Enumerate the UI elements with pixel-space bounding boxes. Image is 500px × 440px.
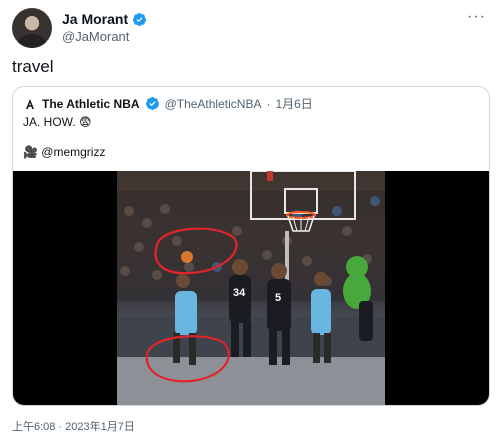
tweet-header: Ja Morant @JaMorant ··· [12,8,488,48]
tweet-text: travel [12,57,54,76]
author-handle[interactable]: @JaMorant [62,29,129,44]
quoted-date[interactable]: 1月6日 [275,95,312,112]
quoted-handle[interactable]: @TheAthleticNBA [165,97,262,111]
jersey-number-5: 5 [275,292,281,304]
the-athletic-logo-icon[interactable] [23,96,37,111]
more-horizontal-icon[interactable]: ··· [467,9,486,25]
author-display-name[interactable]: Ja Morant [62,11,128,27]
author-name-row: Ja Morant [62,11,147,27]
verified-badge-icon [133,12,147,26]
jersey-number-34: 34 [233,287,246,299]
quoted-display-name[interactable]: The Athletic NBA [42,97,140,111]
quoted-tweet-card[interactable]: The Athletic NBA @TheAthleticNBA · 1月6日 … [12,86,490,406]
quoted-verified-badge-icon [145,96,159,111]
quoted-video-credit: 🎥 @memgrizz [23,145,106,159]
video-frame: 34 5 [117,171,385,405]
tweet-timestamp[interactable]: 上午6:08 · 2023年1月7日 [12,418,135,434]
quoted-tweet-header: The Athletic NBA @TheAthleticNBA · 1月6日 [23,95,313,112]
video-scene: 34 5 [117,171,385,405]
video-player[interactable]: 34 5 [13,171,489,405]
quoted-separator: · [266,96,271,111]
quoted-tweet-text: JA. HOW. 😨 [23,115,92,129]
author-avatar[interactable] [12,8,52,48]
